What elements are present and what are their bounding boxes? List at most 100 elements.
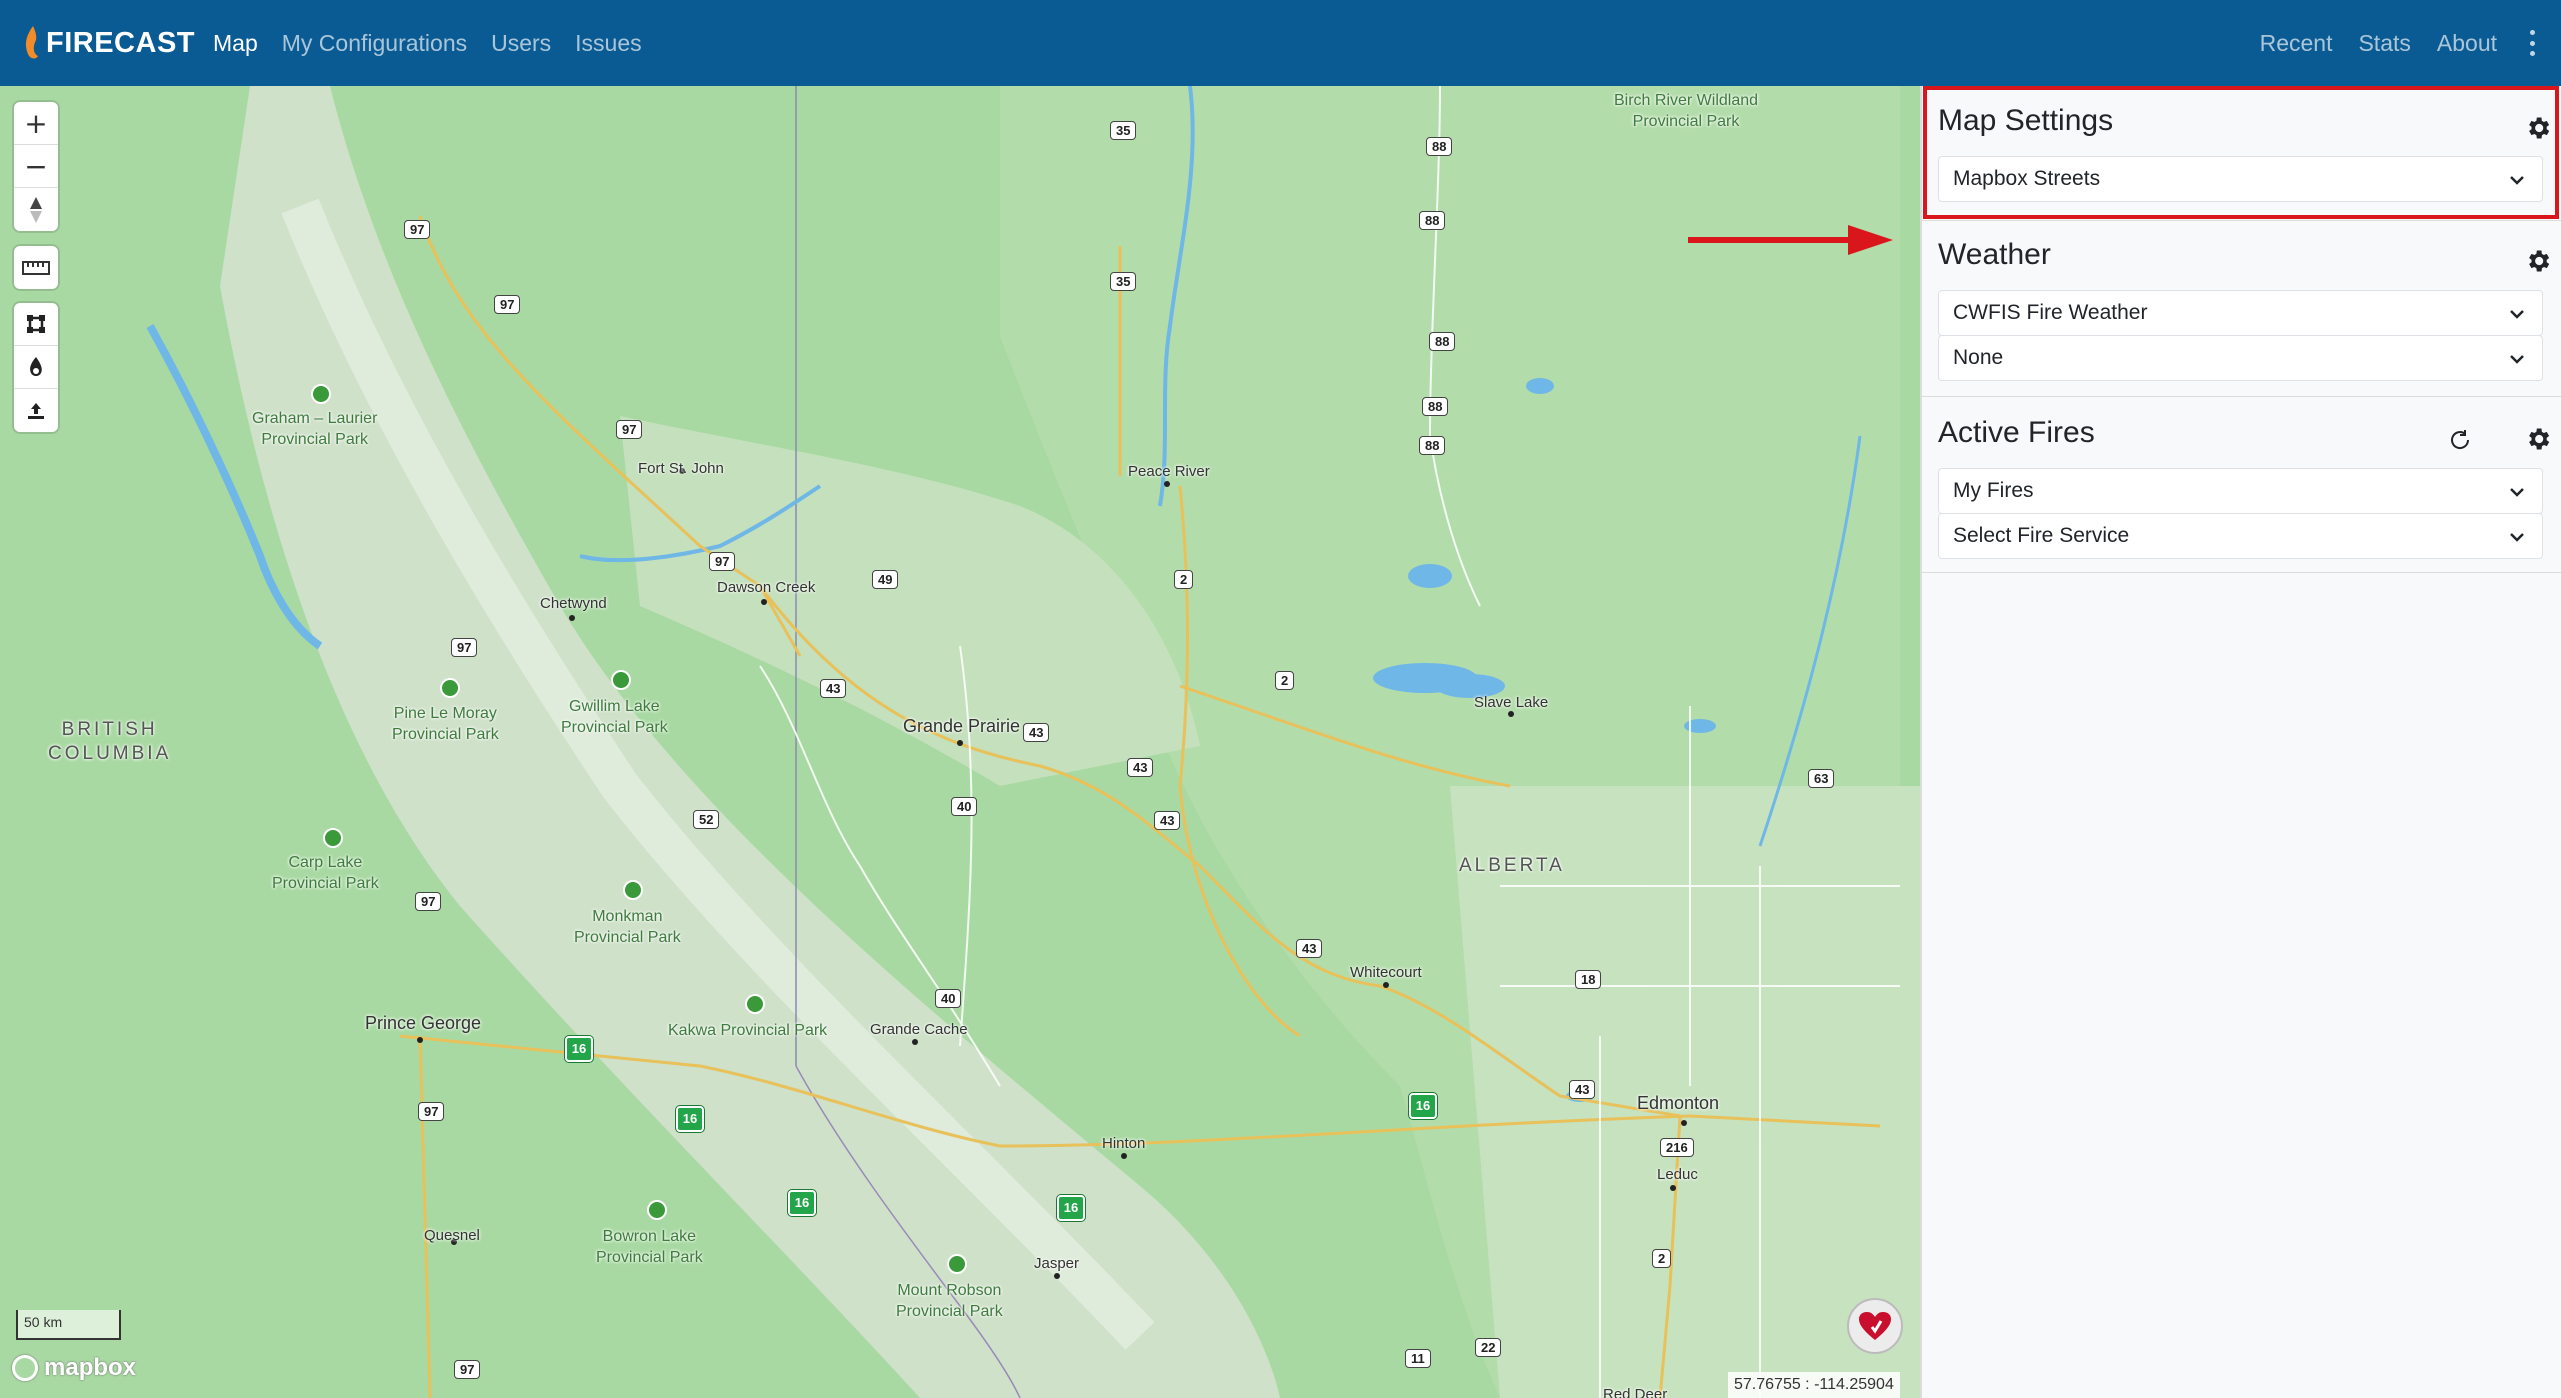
highway-shield: 97 [616,420,643,439]
map-canvas[interactable]: + − BRITISH COLUMBIA ALBERTA Graham – La… [0,86,1920,1398]
city-dot [1670,1185,1676,1191]
weather-gear-icon[interactable] [2524,247,2552,275]
park-bowron-lake: Bowron Lake Provincial Park [596,1228,703,1266]
park-pin-icon [623,880,643,900]
city-chetwynd: Chetwynd [540,595,607,612]
highway-shield: 52 [693,810,720,829]
city-grande-prairie: Grande Prairie [903,716,1021,736]
park-monkman: Monkman Provincial Park [574,908,681,946]
fire-point-button[interactable] [14,346,58,389]
weather-layer-select[interactable]: CWFIS Fire Weather [1938,290,2543,336]
highway-shield: 35 [1110,272,1137,291]
highway-shield: 43 [1296,939,1323,958]
park-graham-laurier: Graham – Laurier Provincial Park [252,410,378,448]
fire-icon [30,357,42,376]
support-button[interactable] [1847,1298,1903,1354]
weather-layer-value: CWFIS Fire Weather [1953,301,2148,324]
fire-service-select[interactable]: Select Fire Service [1938,513,2543,559]
zoom-controls: + − [14,102,58,231]
yellowhead-shield: 16 [565,1036,593,1062]
city-dawson-creek: Dawson Creek [717,579,816,596]
highway-shield: 88 [1419,436,1446,455]
city-prince-george: Prince George [365,1013,482,1033]
yellowhead-shield: 16 [1057,1195,1085,1221]
zoom-in-button[interactable]: + [14,102,58,145]
region-british-columbia: BRITISH COLUMBIA [48,718,171,766]
ruler-button[interactable] [14,246,58,289]
active-fires-gear-icon[interactable] [2524,425,2552,453]
highway-shield: 2 [1275,671,1295,690]
weather-title: Weather [1938,238,2051,271]
firecast-logo[interactable]: FIRECAST [22,18,195,68]
city-dot [957,740,963,746]
fires-value: My Fires [1953,479,2034,502]
highway-shield: 43 [1569,1080,1596,1099]
upload-button[interactable] [14,389,58,432]
highway-shield: 43 [1154,811,1181,830]
nav-issues[interactable]: Issues [575,30,641,57]
park-kakwa: Kakwa Provincial Park [668,1022,828,1039]
fire-service-value: Select Fire Service [1953,524,2130,547]
polygon-icon [27,315,45,333]
compass-button[interactable] [14,188,58,231]
city-dot [569,615,575,621]
map-settings-highlight [1923,86,2559,219]
city-peace-river: Peace River [1128,463,1210,480]
refresh-icon[interactable] [2448,428,2472,452]
region-label: BRITISH COLUMBIA [48,719,172,764]
draw-polygon-button[interactable] [14,303,58,346]
nav-stats[interactable]: Stats [2358,30,2410,57]
annotation-arrow-icon [1688,225,1893,255]
zoom-out-button[interactable]: − [14,145,58,188]
nav-users[interactable]: Users [491,30,551,57]
yellowhead-shield: 16 [676,1106,704,1132]
more-menu-icon[interactable] [2527,30,2537,56]
nav-about[interactable]: About [2437,30,2497,57]
highway-shield: 43 [820,679,847,698]
flame-icon [25,26,38,59]
mapbox-wordmark: mapbox [44,1354,137,1381]
nav-map[interactable]: Map [213,30,258,57]
city-dot [1681,1120,1687,1126]
section-divider [1922,396,2561,397]
park-pin-icon [611,670,631,690]
park-mount-robson: Mount Robson Provincial Park [896,1282,1003,1320]
sidebar-panel: Map Settings Mapbox Streets Weather CWFI… [1920,86,2561,1398]
park-pine-le-moray: Pine Le Moray Provincial Park [392,705,499,743]
heart-icon [1859,1312,1891,1340]
chevron-down-icon [2510,533,2524,542]
ruler-icon [22,260,50,275]
park-pin-icon [947,1254,967,1274]
weather-secondary-select[interactable]: None [1938,335,2543,381]
weather-secondary-value: None [1953,346,2004,369]
park-pin-icon [311,384,331,404]
highway-shield: 216 [1660,1138,1694,1157]
upload-icon [28,402,44,419]
highway-shield: 88 [1426,137,1453,156]
highway-shield: 97 [709,552,736,571]
park-pin-icon [745,994,765,1014]
fires-select[interactable]: My Fires [1938,468,2543,514]
highway-shield: 18 [1575,970,1602,989]
nav-my-configurations[interactable]: My Configurations [282,30,467,57]
chevron-down-icon [2510,488,2524,497]
yellowhead-shield: 16 [1409,1093,1437,1119]
park-carp-lake: Carp Lake Provincial Park [272,854,379,892]
section-divider [1922,572,2561,573]
city-dot [417,1037,423,1043]
mapbox-logo[interactable]: mapbox [12,1354,136,1382]
active-fires-title: Active Fires [1938,416,2095,449]
chevron-down-icon [2510,310,2524,319]
highway-shield: 88 [1419,211,1446,230]
highway-shield: 2 [1174,570,1194,589]
highway-shield: 97 [404,220,431,239]
highway-shield: 97 [418,1102,445,1121]
chevron-down-icon [2510,355,2524,364]
highway-shield: 88 [1429,332,1456,351]
draw-controls [14,303,58,432]
highway-shield: 97 [415,892,442,911]
city-red-deer: Red Deer [1603,1386,1668,1398]
highway-shield: 43 [1127,758,1154,777]
nav-recent[interactable]: Recent [2260,30,2333,57]
highway-shield: 40 [951,797,978,816]
